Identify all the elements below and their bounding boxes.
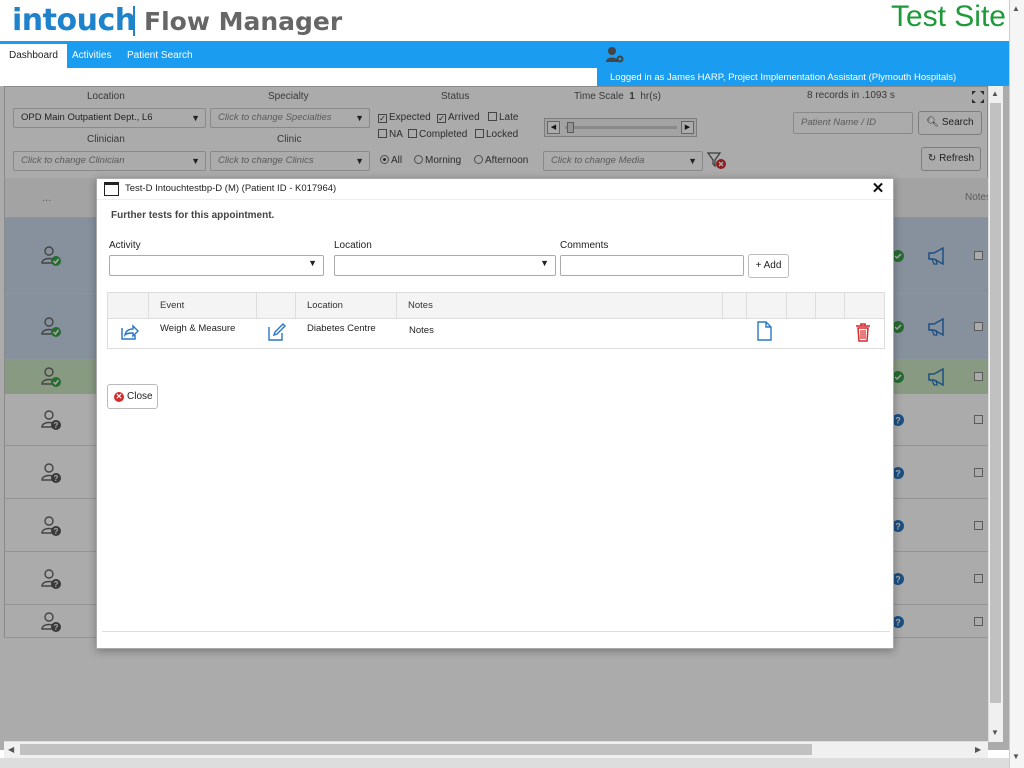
activity-label: Activity bbox=[109, 240, 141, 251]
header-spacer bbox=[787, 293, 816, 319]
notes-cell: Notes bbox=[409, 325, 434, 336]
activity-select[interactable]: ▼ bbox=[109, 255, 324, 276]
further-tests-dialog: Test-D Intouchtestbp-D (M) (Patient ID -… bbox=[96, 178, 894, 649]
tab-patient-search[interactable]: Patient Search bbox=[118, 44, 202, 68]
window-scroll-up-icon[interactable]: ▲ bbox=[1012, 4, 1020, 13]
dialog-subtitle: Further tests for this appointment. bbox=[111, 210, 275, 221]
user-settings-icon[interactable] bbox=[605, 45, 625, 65]
close-circle-icon: ✕ bbox=[114, 392, 124, 402]
scroll-up-arrow-icon[interactable]: ▲ bbox=[991, 89, 999, 98]
product-name: Flow Manager bbox=[144, 7, 343, 36]
edit-icon[interactable] bbox=[267, 323, 287, 342]
window-scroll-down-icon[interactable]: ▼ bbox=[1012, 752, 1020, 761]
grid-vertical-scroll-thumb[interactable] bbox=[990, 103, 1001, 703]
event-cell: Weigh & Measure bbox=[160, 323, 236, 334]
comments-input[interactable] bbox=[560, 255, 744, 276]
page-bottom-strip bbox=[0, 758, 1009, 768]
site-name: Test Site bbox=[890, 0, 1006, 33]
tab-activities[interactable]: Activities bbox=[63, 44, 120, 68]
plus-icon: + bbox=[755, 260, 762, 271]
document-icon[interactable] bbox=[756, 321, 772, 341]
header-spacer bbox=[108, 293, 149, 319]
header-location: Location bbox=[296, 293, 397, 319]
dialog-title-bar: Test-D Intouchtestbp-D (M) (Patient ID -… bbox=[97, 179, 893, 200]
share-icon[interactable] bbox=[119, 323, 139, 341]
header-spacer bbox=[257, 293, 296, 319]
brand-logo: intouch bbox=[12, 3, 136, 38]
close-button[interactable]: ✕ Close bbox=[107, 384, 158, 409]
add-button[interactable]: + Add bbox=[748, 254, 789, 278]
header-spacer bbox=[723, 293, 747, 319]
header-spacer bbox=[747, 293, 787, 319]
logged-in-info: Logged in as James HARP, Project Impleme… bbox=[597, 68, 1009, 86]
window-scrollbar[interactable] bbox=[1009, 0, 1024, 768]
main-nav: Dashboard Activities Patient Search bbox=[0, 41, 1024, 68]
logo-divider bbox=[133, 6, 135, 36]
delete-icon[interactable] bbox=[855, 322, 871, 342]
add-button-label: Add bbox=[763, 260, 782, 271]
header-spacer bbox=[816, 293, 845, 319]
scroll-right-arrow-icon[interactable]: ▶ bbox=[975, 745, 981, 754]
window-icon bbox=[104, 182, 119, 196]
close-icon[interactable]: ✕ bbox=[871, 180, 885, 198]
close-button-label: Close bbox=[127, 391, 153, 402]
dropdown-arrow-icon: ▼ bbox=[308, 258, 317, 268]
tests-table-header: Event Location Notes bbox=[108, 293, 884, 319]
tests-table: Event Location Notes Weigh & Measure Dia… bbox=[107, 292, 885, 349]
grid-horizontal-scroll-thumb[interactable] bbox=[20, 744, 812, 755]
header-event: Event bbox=[149, 293, 257, 319]
dialog-footer-divider bbox=[102, 631, 890, 632]
scroll-down-arrow-icon[interactable]: ▼ bbox=[991, 728, 999, 737]
location-cell: Diabetes Centre bbox=[307, 323, 376, 334]
comments-label: Comments bbox=[560, 240, 609, 251]
location-label: Location bbox=[334, 240, 372, 251]
scroll-left-arrow-icon[interactable]: ◀ bbox=[8, 745, 14, 754]
tab-dashboard[interactable]: Dashboard bbox=[0, 44, 67, 68]
dialog-title: Test-D Intouchtestbp-D (M) (Patient ID -… bbox=[125, 183, 337, 194]
location-select[interactable]: ▼ bbox=[334, 255, 556, 276]
header-notes: Notes bbox=[397, 293, 723, 319]
dropdown-arrow-icon: ▼ bbox=[540, 258, 549, 268]
